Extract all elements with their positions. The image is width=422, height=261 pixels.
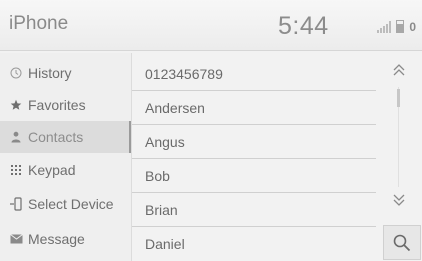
- status-icons: 0: [377, 19, 416, 33]
- sidebar-item-label: Message: [28, 231, 85, 247]
- sidebar-item-favorites[interactable]: Favorites: [0, 89, 131, 121]
- scrollbar-thumb[interactable]: [397, 89, 400, 107]
- sidebar-item-label: Contacts: [28, 129, 84, 145]
- sidebar-item-label: History: [28, 65, 72, 81]
- contact-name: Brian: [145, 201, 178, 218]
- contact-name: Bob: [145, 167, 170, 184]
- list-item[interactable]: Brian: [132, 193, 376, 227]
- scroll-panel: [377, 53, 422, 261]
- phone-device-icon: [9, 197, 23, 211]
- star-icon: [9, 98, 23, 112]
- search-button[interactable]: [383, 225, 421, 260]
- list-item[interactable]: 0123456789: [132, 57, 376, 91]
- app-title: iPhone: [9, 13, 69, 34]
- signal-strength-icon: [377, 21, 392, 33]
- person-icon: [9, 130, 23, 144]
- sidebar-item-history[interactable]: History: [0, 57, 131, 89]
- list-item[interactable]: Bob: [132, 159, 376, 193]
- clock-icon: [9, 66, 23, 80]
- list-item[interactable]: Angus: [132, 125, 376, 159]
- contact-name: Angus: [145, 133, 185, 150]
- contact-name: Daniel: [145, 235, 185, 252]
- sidebar-item-label: Select Device: [28, 196, 114, 212]
- sidebar-item-message[interactable]: Message: [0, 223, 131, 255]
- sidebar: History Favorites Contacts Keypad Select…: [0, 53, 132, 261]
- search-icon: [393, 234, 411, 251]
- scroll-up-button[interactable]: [387, 61, 411, 79]
- clock: 5:44: [278, 12, 329, 40]
- sidebar-item-select-device[interactable]: Select Device: [0, 188, 131, 220]
- list-item[interactable]: Andersen: [132, 91, 376, 125]
- keypad-icon: [9, 163, 23, 177]
- contact-list: 0123456789 Andersen Angus Bob Brian Dani…: [132, 53, 376, 261]
- contact-name: Andersen: [145, 99, 205, 116]
- envelope-icon: [9, 232, 23, 246]
- phone-screen: iPhone 5:44 0 History Favorites Contacts…: [0, 0, 422, 261]
- sidebar-item-keypad[interactable]: Keypad: [0, 154, 131, 186]
- sidebar-item-label: Favorites: [28, 97, 86, 113]
- sidebar-item-label: Keypad: [28, 162, 76, 178]
- bluetooth-device-count: 0: [409, 20, 416, 34]
- battery-icon: [396, 20, 405, 33]
- header-bar: iPhone 5:44 0: [0, 0, 422, 51]
- double-chevron-down-icon: [393, 194, 405, 206]
- list-item[interactable]: Daniel: [132, 227, 376, 260]
- scroll-down-button[interactable]: [387, 191, 411, 209]
- sidebar-item-contacts[interactable]: Contacts: [0, 121, 131, 153]
- double-chevron-up-icon: [393, 64, 405, 76]
- contact-name: 0123456789: [145, 65, 223, 82]
